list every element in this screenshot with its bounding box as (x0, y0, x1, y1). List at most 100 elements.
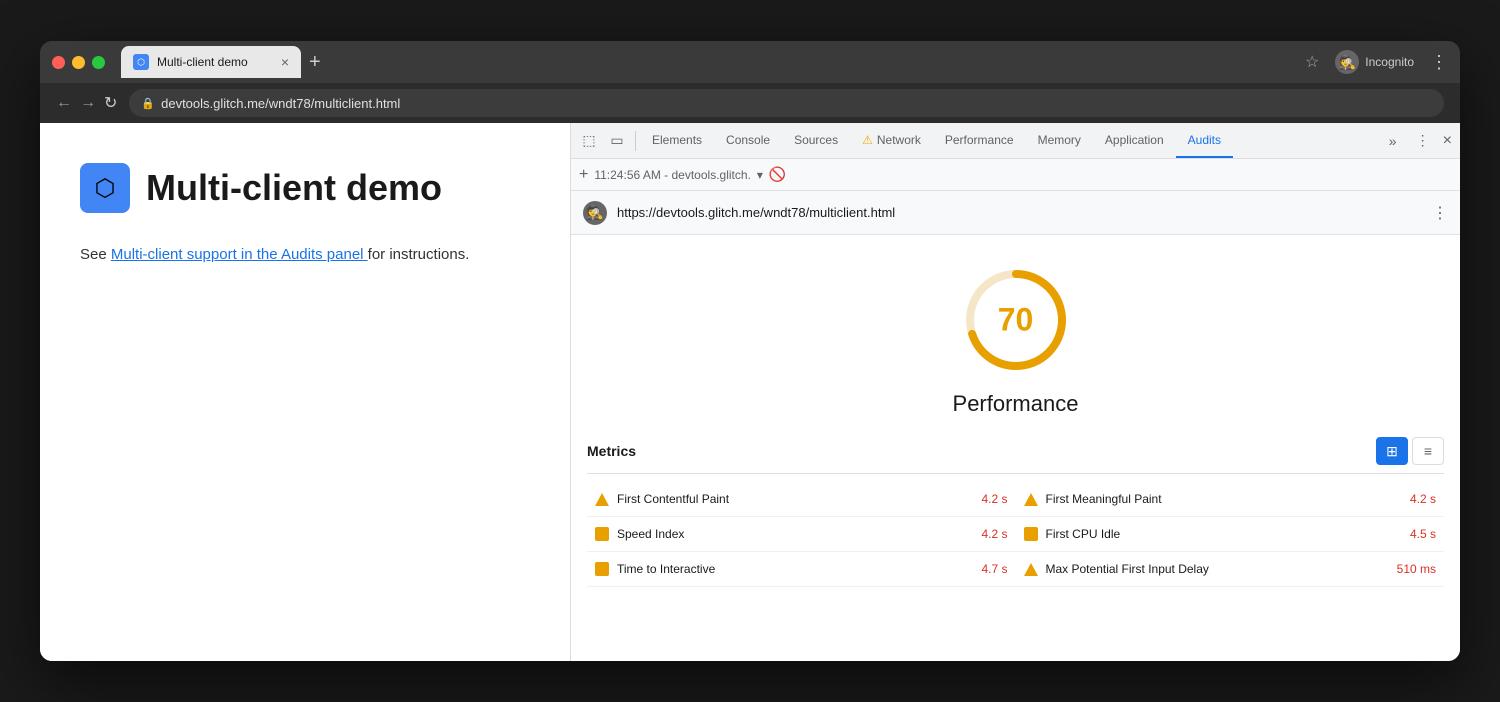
devtools-tabs: Elements Console Sources ⚠ Network Perfo… (640, 123, 1379, 158)
tab-favicon: ⬡ (133, 54, 149, 70)
tab-close-button[interactable]: × (281, 54, 289, 70)
tab-network[interactable]: ⚠ Network (850, 123, 933, 158)
tab-elements[interactable]: Elements (640, 123, 714, 158)
nav-buttons: ← → ↻ (56, 93, 117, 113)
browser-menu-button[interactable]: ⋮ (1430, 52, 1448, 73)
metric-name-si: Speed Index (617, 527, 973, 541)
grid-icon: ⊞ (1386, 443, 1398, 460)
toolbar-divider (635, 131, 636, 151)
list-view-button[interactable]: ≡ (1412, 437, 1444, 465)
score-number: 70 (998, 302, 1034, 339)
address-bar: ← → ↻ 🔒 devtools.glitch.me/wndt78/multic… (40, 83, 1460, 123)
metric-first-meaningful-paint: First Meaningful Paint 4.2 s (1016, 482, 1445, 517)
metric-name-fmp: First Meaningful Paint (1046, 492, 1402, 506)
device-icon: ▭ (610, 132, 623, 149)
tab-sources-label: Sources (794, 133, 838, 147)
tab-memory[interactable]: Memory (1026, 123, 1093, 158)
metric-first-cpu-idle: First CPU Idle 4.5 s (1016, 517, 1445, 552)
cursor-icon: ⬚ (582, 132, 595, 149)
cursor-tool-button[interactable]: ⬚ (575, 127, 603, 155)
grid-view-button[interactable]: ⊞ (1376, 437, 1408, 465)
audit-url-bar: 🕵 https://devtools.glitch.me/wndt78/mult… (571, 191, 1460, 235)
page-title: Multi-client demo (146, 167, 442, 209)
desc-before: See (80, 246, 111, 263)
score-circle: 70 (961, 265, 1071, 375)
tab-console[interactable]: Console (714, 123, 782, 158)
more-tabs-button[interactable]: » (1379, 127, 1407, 155)
audits-panel-link[interactable]: Multi-client support in the Audits panel (111, 246, 368, 263)
metric-max-potential-fid: Max Potential First Input Delay 510 ms (1016, 552, 1445, 587)
network-warning-icon: ⚠ (862, 133, 873, 147)
page-content: ⬡ Multi-client demo See Multi-client sup… (40, 123, 570, 661)
devtools-close-button[interactable]: × (1439, 128, 1456, 154)
audit-timestamp: 11:24:56 AM - devtools.glitch. (594, 168, 751, 182)
maximize-traffic-light[interactable] (92, 56, 105, 69)
title-bar: ⬡ Multi-client demo × + ☆ 🕵 Incognito ⋮ (40, 41, 1460, 83)
metrics-view-toggle: ⊞ ≡ (1376, 437, 1444, 465)
block-icon[interactable]: 🚫 (769, 166, 786, 183)
active-tab[interactable]: ⬡ Multi-client demo × (121, 46, 301, 78)
incognito-badge: 🕵 Incognito (1335, 50, 1414, 74)
traffic-lights (52, 56, 105, 69)
audit-dropdown-button[interactable]: ▾ (757, 168, 763, 182)
metric-name-tti: Time to Interactive (617, 562, 973, 576)
metrics-title: Metrics (587, 443, 636, 459)
metrics-section: Metrics ⊞ ≡ First Conten (571, 437, 1460, 587)
tab-performance[interactable]: Performance (933, 123, 1026, 158)
metric-icon-square-fci (1024, 527, 1038, 541)
incognito-label: Incognito (1365, 55, 1414, 69)
audit-url-text: https://devtools.glitch.me/wndt78/multic… (617, 205, 1422, 220)
metric-icon-triangle-fid (1024, 563, 1038, 576)
tab-network-label: Network (877, 133, 921, 147)
desc-after: for instructions. (368, 246, 470, 263)
metric-value-fmp: 4.2 s (1410, 492, 1436, 506)
new-tab-button[interactable]: + (309, 51, 321, 74)
settings-icon: ⋮ (1416, 132, 1430, 149)
devtools-settings-button[interactable]: ⋮ (1409, 127, 1437, 155)
address-input[interactable]: 🔒 devtools.glitch.me/wndt78/multiclient.… (129, 89, 1444, 117)
device-tool-button[interactable]: ▭ (603, 127, 631, 155)
metric-name-fcp: First Contentful Paint (617, 492, 973, 506)
tab-memory-label: Memory (1038, 133, 1081, 147)
metric-icon-square-tti (595, 562, 609, 576)
more-tabs-icon: » (1389, 133, 1397, 149)
audit-favicon: 🕵 (583, 201, 607, 225)
tab-audits-label: Audits (1188, 133, 1221, 147)
list-icon: ≡ (1424, 443, 1432, 459)
tab-application-label: Application (1105, 133, 1164, 147)
lock-icon: 🔒 (141, 97, 155, 110)
devtools-toolbar-right: » ⋮ × (1379, 127, 1456, 155)
window-controls: ☆ 🕵 Incognito ⋮ (1305, 50, 1448, 74)
metric-first-contentful-paint: First Contentful Paint 4.2 s (587, 482, 1016, 517)
tab-application[interactable]: Application (1093, 123, 1176, 158)
score-section: 70 Performance (571, 235, 1460, 437)
tab-audits[interactable]: Audits (1176, 123, 1233, 158)
score-label: Performance (953, 391, 1079, 417)
browser-window: ⬡ Multi-client demo × + ☆ 🕵 Incognito ⋮ … (40, 41, 1460, 661)
devtools-toolbar: ⬚ ▭ Elements Console Sources (571, 123, 1460, 159)
metric-value-tti: 4.7 s (981, 562, 1007, 576)
minimize-traffic-light[interactable] (72, 56, 85, 69)
close-traffic-light[interactable] (52, 56, 65, 69)
incognito-icon: 🕵 (1335, 50, 1359, 74)
tab-performance-label: Performance (945, 133, 1014, 147)
metric-value-si: 4.2 s (981, 527, 1007, 541)
forward-button[interactable]: → (80, 94, 96, 112)
tab-sources[interactable]: Sources (782, 123, 850, 158)
metric-speed-index: Speed Index 4.2 s (587, 517, 1016, 552)
page-header: ⬡ Multi-client demo (80, 163, 530, 213)
metric-name-fid: Max Potential First Input Delay (1046, 562, 1389, 576)
audit-more-button[interactable]: ⋮ (1432, 203, 1448, 223)
tab-bar: ⬡ Multi-client demo × + (121, 46, 1297, 78)
page-logo: ⬡ (80, 163, 130, 213)
refresh-button[interactable]: ↻ (104, 93, 117, 113)
devtools-panel: ⬚ ▭ Elements Console Sources (570, 123, 1460, 661)
main-content: ⬡ Multi-client demo See Multi-client sup… (40, 123, 1460, 661)
metric-icon-square-si (595, 527, 609, 541)
add-audit-button[interactable]: + (579, 166, 588, 184)
metric-value-fid: 510 ms (1397, 562, 1436, 576)
back-button[interactable]: ← (56, 94, 72, 112)
tab-title: Multi-client demo (157, 55, 248, 69)
metric-icon-triangle (595, 493, 609, 506)
bookmark-icon[interactable]: ☆ (1305, 52, 1319, 72)
